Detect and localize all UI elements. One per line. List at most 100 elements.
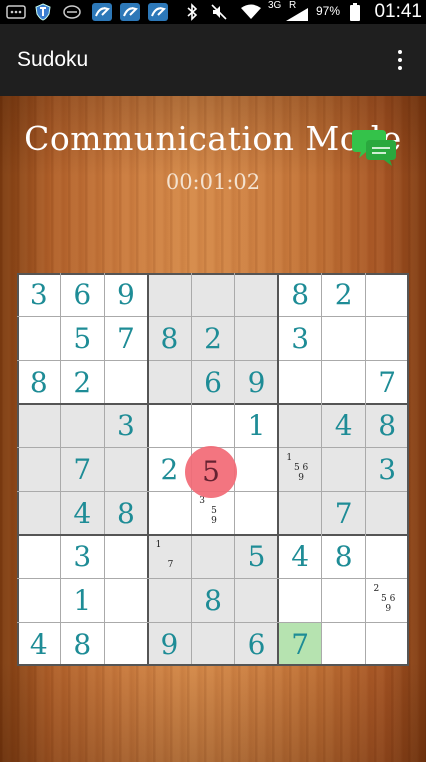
sudoku-cell[interactable]: 7 <box>104 317 148 361</box>
sudoku-cell[interactable]: 8 <box>104 491 148 535</box>
sudoku-cell[interactable]: 6 <box>234 622 279 666</box>
sudoku-cell[interactable] <box>17 317 61 361</box>
sudoku-cell[interactable] <box>278 579 322 623</box>
grid-line <box>17 621 409 623</box>
sudoku-cell[interactable]: 1 <box>61 579 105 623</box>
sudoku-cell[interactable]: 8 <box>365 404 409 448</box>
note-line: 5 6 <box>293 462 309 473</box>
sudoku-cell[interactable]: 8 <box>322 535 366 579</box>
game-timer: 00:01:02 <box>165 170 261 194</box>
pencil-notes: 359 <box>199 496 229 526</box>
sudoku-cell[interactable] <box>147 273 192 317</box>
sudoku-cell[interactable] <box>278 491 322 535</box>
selected-cell[interactable]: 5 <box>185 445 237 498</box>
sudoku-cell[interactable] <box>147 360 192 404</box>
sudoku-cell[interactable]: 2 <box>61 360 105 404</box>
sudoku-cell[interactable]: 3 <box>278 317 322 361</box>
grid-line <box>17 316 409 318</box>
sudoku-cell[interactable] <box>321 447 366 492</box>
sudoku-cell[interactable] <box>234 273 279 317</box>
sudoku-cell[interactable]: 8 <box>17 360 61 404</box>
sudoku-cell[interactable]: 3 <box>365 447 409 492</box>
sudoku-cell[interactable] <box>278 404 322 448</box>
sudoku-cell[interactable] <box>234 578 279 623</box>
sudoku-cell[interactable]: 2 <box>191 316 235 361</box>
sudoku-cell[interactable] <box>104 579 148 623</box>
sudoku-cell[interactable]: 4 <box>60 491 105 535</box>
cell-digit: 2 <box>160 452 179 486</box>
note-line: 7 <box>167 560 174 570</box>
sudoku-cell[interactable] <box>191 404 235 448</box>
grid-line <box>60 273 62 666</box>
notification-icon <box>120 3 140 21</box>
sync-icon <box>62 3 82 21</box>
sudoku-cell[interactable] <box>148 491 192 535</box>
sudoku-cell[interactable] <box>104 447 148 492</box>
wifi-icon <box>240 3 262 21</box>
sudoku-cell[interactable] <box>191 535 235 579</box>
sudoku-cell[interactable] <box>104 622 148 666</box>
grid-line <box>407 273 409 666</box>
sudoku-cell[interactable] <box>17 535 61 579</box>
sudoku-cell[interactable]: 6 <box>191 360 235 404</box>
grid-line <box>17 403 409 405</box>
sudoku-cell[interactable]: 3 <box>104 404 148 448</box>
chat-bubbles-icon[interactable] <box>352 124 398 168</box>
sudoku-cell[interactable] <box>235 491 279 535</box>
sudoku-cell[interactable]: 7 <box>60 447 105 492</box>
sudoku-cell[interactable]: 8 <box>61 622 105 666</box>
signal-icon <box>284 6 310 24</box>
sudoku-cell[interactable] <box>60 404 105 448</box>
sudoku-cell[interactable] <box>365 622 409 666</box>
sudoku-cell[interactable] <box>365 317 409 361</box>
cell-digit: 2 <box>204 321 222 355</box>
sudoku-cell[interactable] <box>17 579 61 623</box>
sudoku-cell[interactable]: 8 <box>147 316 192 361</box>
sudoku-cell[interactable] <box>322 579 366 623</box>
sudoku-cell[interactable] <box>147 578 192 623</box>
sudoku-cell[interactable] <box>191 622 235 666</box>
sudoku-cell[interactable] <box>365 535 409 579</box>
sudoku-cell[interactable] <box>191 273 235 317</box>
cell-digit: 5 <box>73 321 92 355</box>
sudoku-cell[interactable]: 4 <box>321 404 366 448</box>
cell-digit: 7 <box>291 627 310 661</box>
sudoku-cell[interactable] <box>365 491 409 535</box>
sudoku-cell[interactable]: 4 <box>17 622 61 666</box>
sudoku-cell[interactable]: 7 <box>365 360 409 404</box>
sudoku-cell[interactable]: 9 <box>147 622 192 666</box>
sudoku-cell[interactable] <box>148 404 192 448</box>
sudoku-cell[interactable]: 7 <box>321 491 366 535</box>
grid-line <box>17 664 409 666</box>
more-vert-icon[interactable] <box>388 48 412 72</box>
sudoku-cell[interactable]: 3 <box>17 273 61 317</box>
sudoku-cell[interactable]: 3 <box>61 535 105 579</box>
sudoku-cell[interactable] <box>322 317 366 361</box>
sudoku-cell[interactable]: 7 <box>278 622 322 666</box>
sudoku-cell[interactable] <box>234 316 279 361</box>
cell-digit: 8 <box>378 409 397 443</box>
sudoku-cell[interactable]: 4 <box>278 535 322 579</box>
sudoku-cell[interactable]: 9 <box>104 273 148 317</box>
sudoku-cell[interactable]: 1 <box>235 404 279 448</box>
sudoku-cell[interactable] <box>17 447 61 492</box>
sudoku-board[interactable]: 36982578238269731487234873548184896715 6… <box>17 273 409 666</box>
grid-line <box>321 273 323 666</box>
cell-digit: 8 <box>334 540 353 574</box>
sudoku-cell[interactable] <box>17 404 61 448</box>
sudoku-cell[interactable] <box>365 273 409 317</box>
sudoku-cell[interactable] <box>17 491 61 535</box>
sudoku-cell[interactable]: 2 <box>322 273 366 317</box>
sudoku-cell[interactable]: 9 <box>234 360 279 404</box>
sudoku-cell[interactable] <box>322 622 366 666</box>
sudoku-cell[interactable] <box>104 360 148 404</box>
sudoku-cell[interactable]: 8 <box>278 273 322 317</box>
sudoku-cell[interactable]: 8 <box>191 578 235 623</box>
sudoku-cell[interactable]: 5 <box>61 317 105 361</box>
sudoku-cell[interactable] <box>278 360 322 404</box>
sudoku-cell[interactable]: 5 <box>234 535 279 579</box>
sudoku-cell[interactable]: 6 <box>61 273 105 317</box>
sudoku-cell[interactable] <box>104 535 148 579</box>
sudoku-cell[interactable] <box>235 448 279 492</box>
sudoku-cell[interactable] <box>322 360 366 404</box>
